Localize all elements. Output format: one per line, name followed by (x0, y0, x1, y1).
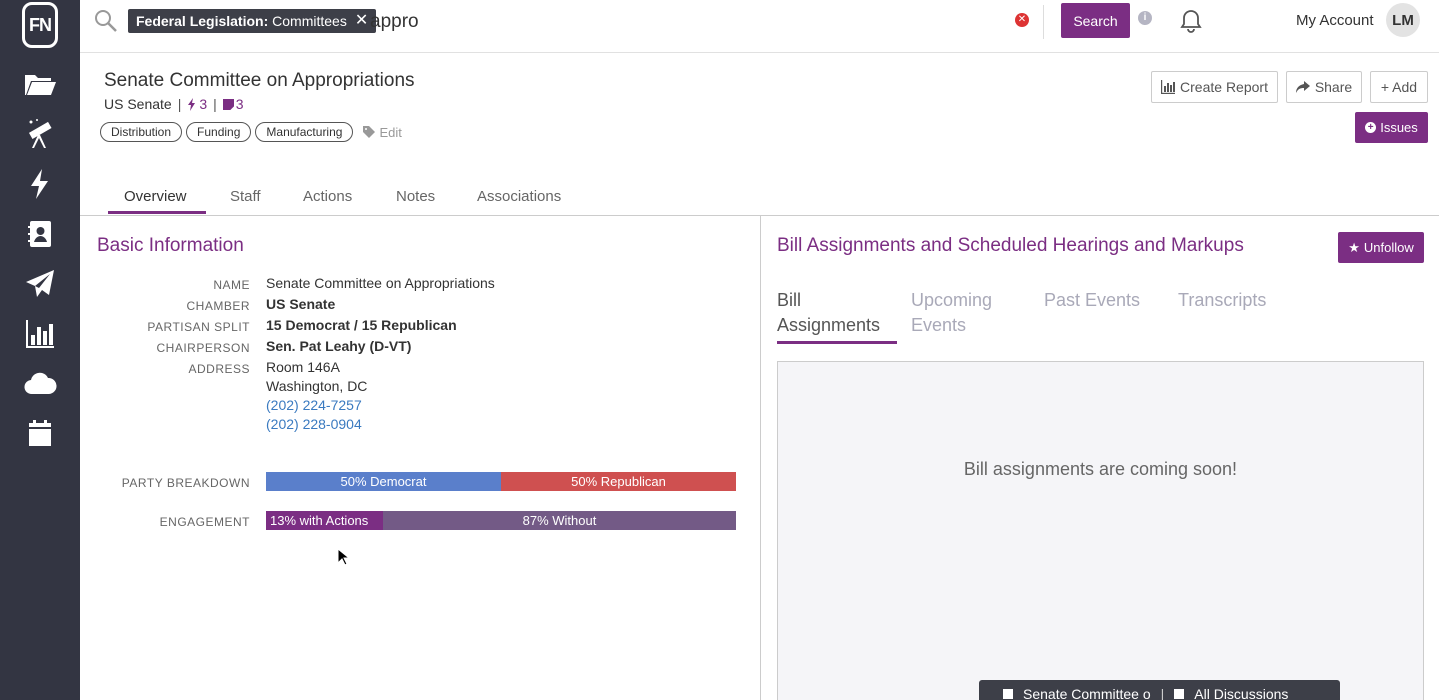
discussion-item-all[interactable]: All Discussions (1194, 686, 1288, 700)
committee-subtitle: US Senate | 3 | 3 (104, 96, 244, 112)
name-value: Senate Committee on Appropriations (266, 275, 495, 291)
chart-icon (1161, 80, 1176, 94)
basic-information-title: Basic Information (97, 235, 244, 256)
plus-circle-icon: + (1365, 122, 1377, 133)
subtab-bill-assignments[interactable]: Bill Assignments (777, 288, 880, 338)
issues-button[interactable]: + Issues (1355, 112, 1428, 143)
engagement-label: ENGAGEMENT (159, 515, 250, 529)
tab-associations[interactable]: Associations (477, 188, 561, 205)
tag[interactable]: Distribution (100, 122, 183, 142)
chamber-label: CHAMBER (186, 299, 250, 313)
notes-count[interactable]: 3 (222, 96, 244, 112)
share-button[interactable]: Share (1286, 71, 1362, 103)
without-actions-segment: 87% Without (383, 511, 736, 530)
add-button[interactable]: + Add (1370, 71, 1428, 103)
mouse-cursor-icon (337, 548, 349, 566)
tab-staff[interactable]: Staff (230, 188, 261, 205)
discussion-bar[interactable]: Senate Committee o | All Discussions (979, 680, 1340, 700)
fax-link[interactable]: (202) 228-0904 (266, 416, 362, 432)
tag-icon (363, 126, 376, 138)
star-icon: ★ (1348, 239, 1360, 255)
subtab-upcoming-events[interactable]: Upcoming Events (911, 288, 992, 338)
chairperson-value: Sen. Pat Leahy (D-VT) (266, 338, 412, 354)
basic-information-panel: Basic Information NAME Senate Committee … (80, 216, 761, 700)
discussion-item-committee[interactable]: Senate Committee o (1023, 686, 1151, 700)
send-icon[interactable] (22, 266, 58, 302)
divider (1043, 5, 1044, 39)
subtab-past-events[interactable]: Past Events (1044, 288, 1140, 313)
chairperson-label: CHAIRPERSON (156, 341, 250, 355)
name-label: NAME (213, 278, 250, 292)
avatar[interactable]: LM (1386, 3, 1420, 37)
top-search-bar: Federal Legislation: Committees ✕ ✕ Sear… (80, 0, 1439, 53)
address-label: ADDRESS (188, 362, 250, 376)
republican-segment: 50% Republican (501, 472, 736, 491)
tag[interactable]: Manufacturing (255, 122, 354, 142)
address-line2: Washington, DC (266, 378, 368, 394)
edit-tags-link[interactable]: Edit (363, 125, 402, 140)
separator: | (177, 96, 182, 112)
chamber-label: US Senate (104, 96, 172, 112)
chart-icon[interactable] (22, 316, 58, 352)
with-actions-segment: 13% with Actions (266, 511, 383, 530)
create-report-button[interactable]: Create Report (1151, 71, 1278, 103)
bolt-icon (188, 97, 196, 111)
issue-tags: Distribution Funding Manufacturing Edit (100, 122, 402, 142)
cloud-icon[interactable] (22, 366, 58, 402)
share-icon (1295, 81, 1310, 93)
chamber-value: US Senate (266, 296, 336, 312)
bell-icon[interactable] (1178, 8, 1204, 34)
tab-actions[interactable]: Actions (303, 188, 352, 205)
tab-overview[interactable]: Overview (124, 188, 187, 205)
telescope-icon[interactable] (22, 116, 58, 152)
filter-chip-category: Federal Legislation: (136, 13, 269, 29)
chat-icon (1174, 689, 1185, 699)
bolt-icon[interactable] (22, 166, 58, 202)
separator: | (213, 96, 217, 112)
page-tabs: Overview Staff Actions Notes Association… (80, 176, 1439, 216)
unfollow-button[interactable]: ★ Unfollow (1338, 232, 1424, 263)
my-account-link[interactable]: My Account (1296, 12, 1374, 29)
contacts-icon[interactable] (22, 216, 58, 252)
address-line1: Room 146A (266, 359, 340, 375)
note-icon (1003, 689, 1013, 699)
partisan-split-label: PARTISAN SPLIT (147, 320, 250, 334)
clear-search-icon[interactable]: ✕ (1015, 13, 1029, 27)
folder-icon[interactable] (22, 66, 58, 102)
info-icon[interactable]: i (1138, 11, 1152, 25)
bill-assignments-panel: Bill Assignments and Scheduled Hearings … (761, 216, 1439, 700)
fn-logo[interactable]: FN (22, 2, 58, 48)
party-breakdown-bar: 50% Democrat 50% Republican (266, 472, 736, 491)
subtab-transcripts[interactable]: Transcripts (1178, 288, 1266, 313)
engagement-bar: 13% with Actions 87% Without (266, 511, 736, 530)
page-title: Senate Committee on Appropriations (104, 70, 415, 91)
partisan-split-value: 15 Democrat / 15 Republican (266, 317, 457, 333)
actions-count[interactable]: 3 (187, 96, 207, 112)
active-subtab-indicator (777, 341, 897, 344)
search-filter-chip: Federal Legislation: Committees ✕ (128, 9, 377, 33)
coming-soon-message: Bill assignments are coming soon! (963, 459, 1238, 479)
democrat-segment: 50% Democrat (266, 472, 501, 491)
search-input[interactable] (370, 8, 1010, 36)
close-icon[interactable]: ✕ (355, 13, 368, 29)
phone-link[interactable]: (202) 224-7257 (266, 397, 362, 413)
party-breakdown-label: PARTY BREAKDOWN (121, 476, 250, 490)
sidebar: FN (0, 0, 80, 700)
search-button[interactable]: Search (1061, 3, 1130, 38)
active-tab-indicator (108, 211, 206, 214)
bill-assignments-content: Bill assignments are coming soon! (777, 361, 1424, 700)
note-icon (222, 98, 234, 110)
bill-assignments-title: Bill Assignments and Scheduled Hearings … (777, 235, 1244, 256)
tab-notes[interactable]: Notes (396, 188, 435, 205)
filter-chip-value: Committees (272, 13, 347, 29)
separator: | (1160, 686, 1165, 700)
tag[interactable]: Funding (186, 122, 252, 142)
search-icon[interactable] (94, 9, 118, 33)
calendar-icon[interactable] (22, 416, 58, 452)
